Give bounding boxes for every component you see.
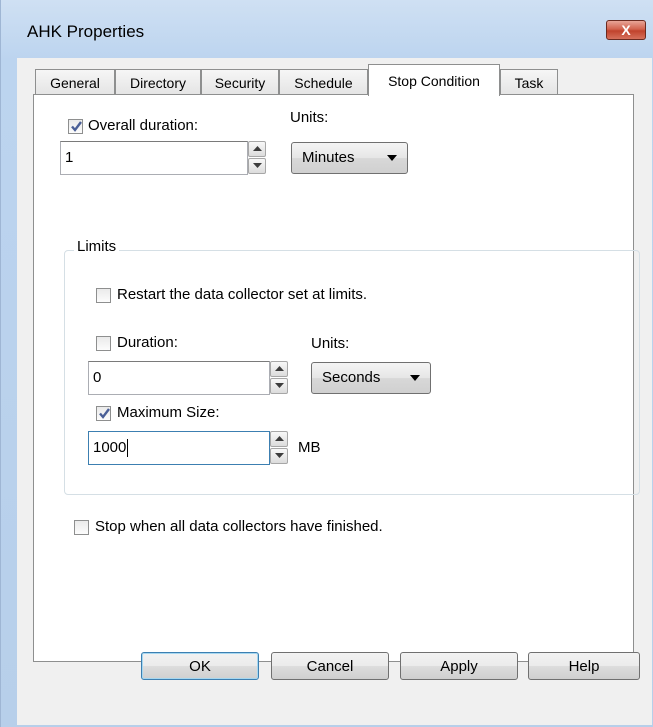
tab-general[interactable]: General: [35, 69, 115, 95]
arrow-down-icon: [253, 163, 262, 168]
overall-units-dropdown[interactable]: Minutes: [291, 142, 408, 174]
dialog-client-area: General Directory Security Schedule Stop…: [17, 58, 652, 725]
dropdown-value: Minutes: [302, 149, 355, 166]
maximum-size-checkbox[interactable]: [96, 406, 111, 421]
maximum-size-unit-label: MB: [298, 439, 321, 456]
overall-units-label: Units:: [290, 109, 329, 126]
arrow-up-icon: [253, 146, 262, 151]
input-value: 0: [93, 369, 102, 386]
close-icon: X: [621, 22, 631, 38]
tab-schedule[interactable]: Schedule: [279, 69, 368, 95]
tab-label: General: [50, 74, 100, 91]
maximum-size-input[interactable]: 1000: [88, 431, 270, 465]
arrow-down-icon: [275, 383, 284, 388]
overall-duration-label: Overall duration:: [88, 117, 199, 134]
cancel-button[interactable]: Cancel: [271, 652, 389, 680]
title-bar[interactable]: AHK Properties X: [1, 0, 653, 56]
spin-down-button[interactable]: [248, 158, 266, 174]
dialog-window: AHK Properties X General Directory Secur…: [0, 0, 653, 727]
tab-task[interactable]: Task: [500, 69, 558, 95]
overall-duration-checkbox[interactable]: [68, 119, 83, 134]
tab-label: Schedule: [294, 74, 353, 91]
dropdown-value: Seconds: [322, 369, 381, 386]
help-button[interactable]: Help: [528, 652, 640, 680]
spin-up-button[interactable]: [270, 431, 288, 447]
tab-label: Security: [214, 74, 266, 91]
close-button[interactable]: X: [606, 20, 646, 40]
apply-button[interactable]: Apply: [400, 652, 518, 680]
text-caret: [127, 439, 129, 458]
chevron-down-icon: [410, 375, 420, 381]
input-value: 1000: [93, 439, 127, 456]
spin-up-button[interactable]: [270, 361, 288, 377]
tab-stop-condition[interactable]: Stop Condition: [368, 64, 500, 96]
arrow-up-icon: [275, 436, 284, 441]
check-mark-icon: [71, 121, 82, 132]
button-label: OK: [189, 657, 211, 675]
tab-label: Directory: [129, 74, 186, 91]
spin-down-button[interactable]: [270, 378, 288, 394]
duration-spinner[interactable]: [270, 361, 288, 395]
tab-label: Task: [514, 74, 544, 91]
maximum-size-spinner[interactable]: [270, 431, 288, 465]
stop-when-all-finished-label: Stop when all data collectors have finis…: [95, 518, 383, 535]
button-label: Apply: [440, 657, 478, 675]
duration-label: Duration:: [117, 334, 178, 351]
tab-directory[interactable]: Directory: [115, 69, 201, 95]
limits-units-dropdown[interactable]: Seconds: [311, 362, 431, 394]
window-title: AHK Properties: [27, 22, 145, 41]
arrow-up-icon: [275, 366, 284, 371]
restart-at-limits-checkbox[interactable]: [96, 288, 111, 303]
overall-duration-spinner[interactable]: [248, 141, 266, 175]
limits-group-title: Limits: [74, 238, 120, 255]
duration-checkbox[interactable]: [96, 336, 111, 351]
spin-down-button[interactable]: [270, 448, 288, 464]
check-mark-icon: [99, 408, 110, 419]
duration-input[interactable]: 0: [88, 361, 270, 395]
stop-condition-panel: Overall duration: Units: 1 Minutes Limit…: [33, 94, 640, 662]
arrow-down-icon: [275, 453, 284, 458]
tab-label: Stop Condition: [388, 72, 480, 89]
spin-up-button[interactable]: [248, 141, 266, 157]
stop-when-all-finished-checkbox[interactable]: [74, 520, 89, 535]
input-value: 1: [65, 149, 74, 166]
limits-units-label: Units:: [311, 335, 350, 352]
button-label: Cancel: [306, 657, 354, 675]
maximum-size-label: Maximum Size:: [117, 404, 220, 421]
tab-security[interactable]: Security: [201, 69, 279, 95]
ok-button[interactable]: OK: [141, 652, 259, 680]
chevron-down-icon: [387, 155, 397, 161]
button-label: Help: [568, 657, 600, 675]
restart-at-limits-label: Restart the data collector set at limits…: [117, 286, 368, 303]
overall-duration-input[interactable]: 1: [60, 141, 248, 175]
